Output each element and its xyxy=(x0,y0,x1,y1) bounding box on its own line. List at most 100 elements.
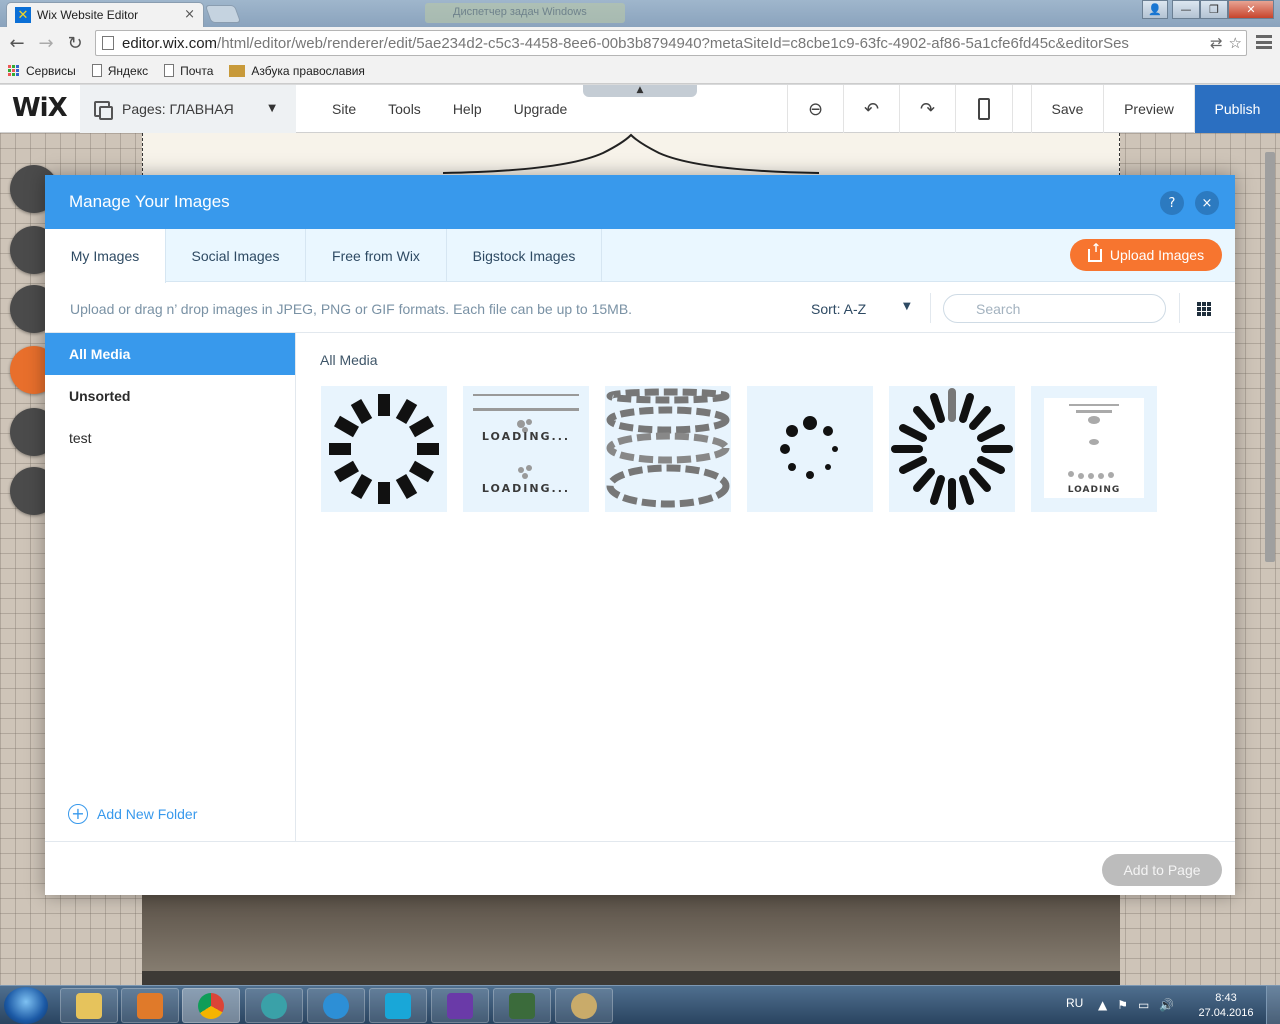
image-thumbnail[interactable] xyxy=(605,386,731,512)
folder-test[interactable]: test xyxy=(45,417,295,459)
page-icon xyxy=(102,36,114,50)
minimize-button[interactable]: — xyxy=(1172,0,1200,19)
image-thumbnail[interactable] xyxy=(747,386,873,512)
folder-all-media[interactable]: All Media xyxy=(45,333,295,375)
bookmark-mail[interactable]: Почта xyxy=(164,64,213,78)
browser-menu-icon[interactable] xyxy=(1256,33,1272,51)
info-bar: Upload or drag n’ drop images in JPEG, P… xyxy=(45,283,1235,333)
grid-view-icon[interactable] xyxy=(1197,302,1211,316)
pages-label: Pages: ГЛАВНАЯ xyxy=(122,101,234,117)
tab-my-images[interactable]: My Images xyxy=(45,229,166,283)
address-host: editor.wix.com xyxy=(122,34,218,52)
taskbar-task-manager[interactable] xyxy=(493,988,551,1023)
folder-unsorted[interactable]: Unsorted xyxy=(45,375,295,417)
dialog-footer: Add to Page xyxy=(45,841,1235,895)
taskbar-network[interactable] xyxy=(245,988,303,1023)
media-player-icon xyxy=(137,992,163,1019)
publish-button[interactable]: Publish xyxy=(1194,85,1280,133)
sort-dropdown[interactable]: Sort: A-Z xyxy=(811,301,866,317)
bookmarks-bar: Сервисы Яндекс Почта Азбука православия xyxy=(0,58,1280,84)
taskbar-paint[interactable] xyxy=(555,988,613,1023)
paint-icon xyxy=(571,992,597,1019)
image-thumbnail[interactable] xyxy=(321,386,447,512)
plus-icon: + xyxy=(68,804,88,824)
tab-bigstock-images[interactable]: Bigstock Images xyxy=(447,229,602,282)
loading-text: LOADING... xyxy=(481,482,571,495)
user-icon[interactable]: 👤 xyxy=(1142,0,1168,19)
back-arrow-icon[interactable]: ← xyxy=(6,32,28,54)
save-button[interactable]: Save xyxy=(1031,85,1103,133)
add-new-folder-button[interactable]: + Add New Folder xyxy=(68,804,197,824)
taskbar-webstorm[interactable] xyxy=(369,988,427,1023)
translate-icon[interactable]: ⇄ xyxy=(1210,34,1223,52)
collapse-toolbar-tab[interactable]: ▲ xyxy=(583,85,697,97)
manage-images-dialog: Manage Your Images ? × My Images Social … xyxy=(45,175,1235,895)
show-desktop-button[interactable] xyxy=(1266,986,1280,1024)
upload-images-button[interactable]: Upload Images xyxy=(1070,239,1222,271)
reload-icon[interactable]: ↻ xyxy=(64,32,86,54)
background-window: Диспетчер задач Windows xyxy=(425,3,625,23)
zoom-out-icon[interactable]: ⊖ xyxy=(787,85,843,133)
clock[interactable]: 8:43 27.04.2016 xyxy=(1196,991,1256,1021)
clock-time: 8:43 xyxy=(1215,992,1237,1004)
maximize-button[interactable]: ❐ xyxy=(1200,0,1228,19)
add-folder-label: Add New Folder xyxy=(97,806,198,822)
browser-tab[interactable]: ✕ Wix Website Editor × xyxy=(6,2,204,27)
mobile-view-button[interactable] xyxy=(955,85,1013,133)
menu-tools[interactable]: Tools xyxy=(372,101,437,117)
upload-icon xyxy=(1087,241,1102,262)
apps-icon xyxy=(8,64,20,77)
tray-icons[interactable]: ▲⚑▭🔊 xyxy=(1098,998,1184,1012)
start-button[interactable] xyxy=(4,987,48,1024)
menu-upgrade[interactable]: Upgrade xyxy=(498,101,584,117)
undo-icon[interactable]: ↶ xyxy=(843,85,899,133)
taskbar-chrome[interactable] xyxy=(182,988,240,1023)
taskbar-visual-studio[interactable] xyxy=(431,988,489,1023)
bookmark-yandex[interactable]: Яндекс xyxy=(91,64,148,78)
browser-toolbar: ← → ↻ editor.wix.com/html/editor/web/ren… xyxy=(0,27,1280,58)
close-icon[interactable]: × xyxy=(1195,191,1219,215)
add-to-page-button[interactable]: Add to Page xyxy=(1102,854,1222,886)
folders-sidebar: All Media Unsorted test + Add New Folder xyxy=(45,333,296,841)
taskbar-explorer[interactable] xyxy=(60,988,118,1023)
tab-free-from-wix[interactable]: Free from Wix xyxy=(306,229,447,282)
webstorm-icon xyxy=(385,992,411,1019)
bookmark-label: Сервисы xyxy=(26,63,76,78)
internet-explorer-icon xyxy=(323,992,349,1019)
gallery-strip xyxy=(142,971,1120,985)
search-input[interactable] xyxy=(943,294,1166,323)
canvas-scrollbar[interactable] xyxy=(1265,152,1275,562)
address-path: /html/editor/web/renderer/edit/5ae234d2-… xyxy=(217,34,1129,52)
task-manager-icon xyxy=(509,992,535,1019)
address-bar[interactable]: editor.wix.com/html/editor/web/renderer/… xyxy=(95,30,1247,56)
redo-icon[interactable]: ↷ xyxy=(899,85,955,133)
upload-hint: Upload or drag n’ drop images in JPEG, P… xyxy=(70,301,633,317)
pages-dropdown[interactable]: Pages: ГЛАВНАЯ ▼ xyxy=(80,85,296,133)
language-indicator[interactable]: RU xyxy=(1066,996,1083,1010)
wix-logo[interactable]: WiX xyxy=(12,93,68,123)
browser-tabstrip: ✕ Wix Website Editor × Диспетчер задач W… xyxy=(0,0,1280,27)
tab-social-images[interactable]: Social Images xyxy=(166,229,306,282)
dialog-header: Manage Your Images ? × xyxy=(45,175,1235,229)
help-icon[interactable]: ? xyxy=(1160,191,1184,215)
divider xyxy=(1179,293,1180,323)
taskbar-ie[interactable] xyxy=(307,988,365,1023)
forward-arrow-icon[interactable]: → xyxy=(35,32,57,54)
image-thumbnail[interactable] xyxy=(889,386,1015,512)
menu-site[interactable]: Site xyxy=(316,101,372,117)
tab-close-icon[interactable]: × xyxy=(184,7,195,22)
window-close-button[interactable]: ✕ xyxy=(1228,0,1274,19)
image-thumbnail[interactable]: LOADING xyxy=(1031,386,1157,512)
chevron-down-icon[interactable]: ▼ xyxy=(903,301,911,312)
wix-tools: ⊖ ↶ ↷ xyxy=(787,85,1013,133)
page-icon xyxy=(164,64,175,77)
bookmark-apps[interactable]: Сервисы xyxy=(8,64,76,78)
image-source-tabs: My Images Social Images Free from Wix Bi… xyxy=(45,229,1235,283)
star-icon[interactable]: ☆ xyxy=(1229,34,1242,52)
menu-help[interactable]: Help xyxy=(437,101,498,117)
taskbar-media[interactable] xyxy=(121,988,179,1023)
new-tab-button[interactable] xyxy=(204,5,242,23)
preview-button[interactable]: Preview xyxy=(1103,85,1194,133)
image-thumbnail[interactable]: LOADING... LOADING... xyxy=(463,386,589,512)
bookmark-azbyka[interactable]: Азбука православия xyxy=(229,64,365,78)
